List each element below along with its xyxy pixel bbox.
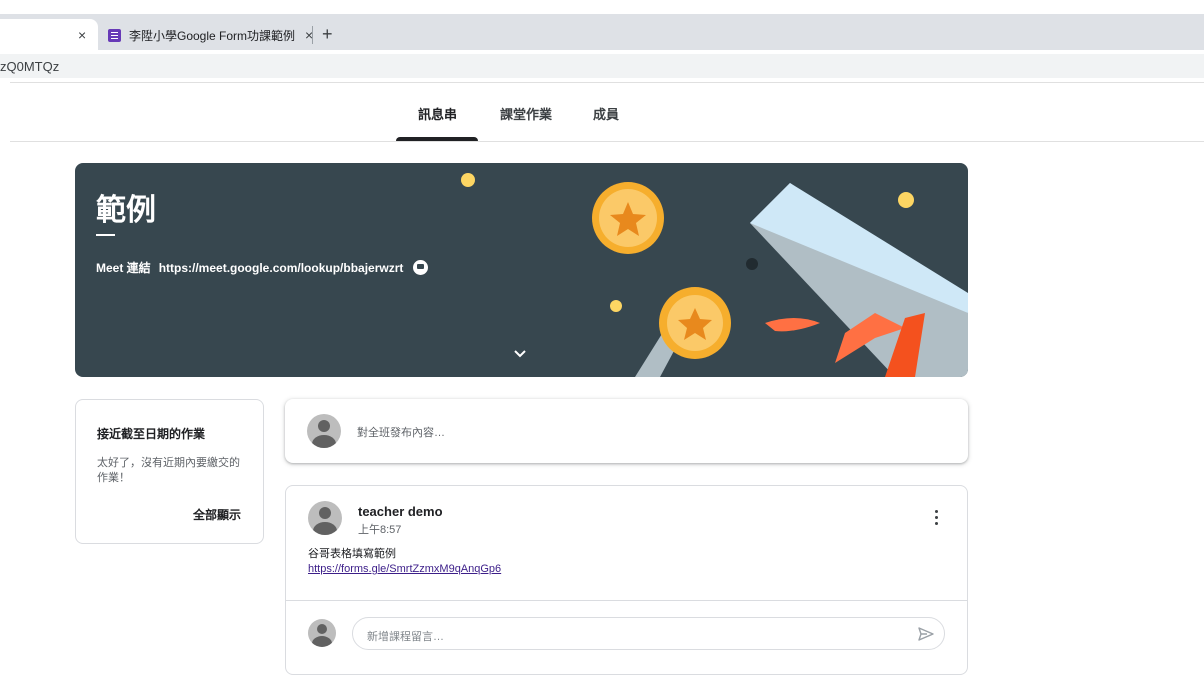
browser-tab-forms[interactable]: 李陞小學Google Form功課範例 × — [104, 22, 313, 48]
url-text: zQ0MTQz — [0, 59, 60, 74]
tab-classwork[interactable]: 課堂作業 — [500, 104, 552, 123]
avatar — [307, 414, 341, 448]
class-banner: 範例 Meet 連結 https://meet.google.com/looku… — [75, 163, 968, 377]
post-time: 上午8:57 — [358, 524, 402, 536]
send-icon[interactable] — [917, 626, 935, 642]
tab-stream[interactable]: 訊息串 — [418, 104, 457, 123]
title-underline — [96, 234, 115, 236]
post-divider — [286, 600, 967, 601]
upcoming-message: 太好了，沒有近期內要繳交的作業！ — [97, 457, 240, 484]
more-vert-icon[interactable] — [932, 510, 940, 528]
announce-placeholder: 對全班發布內容… — [357, 427, 445, 439]
post-author: teacher demo — [358, 504, 443, 519]
post-link[interactable]: https://forms.gle/SmrtZzmxM9qAnqGp6 — [308, 563, 501, 575]
meet-link[interactable]: https://meet.google.com/lookup/bbajerwzr… — [159, 261, 404, 275]
avatar — [308, 501, 342, 535]
upcoming-work-card: 接近截至日期的作業 太好了，沒有近期內要繳交的作業！ 全部顯示 — [75, 399, 264, 544]
comment-placeholder: 新增課程留言… — [367, 631, 444, 643]
new-tab-button[interactable]: + — [322, 24, 333, 44]
chevron-down-icon[interactable] — [513, 349, 527, 359]
nav-top-border — [10, 82, 1204, 83]
close-tab-icon[interactable]: × — [78, 28, 86, 42]
meet-icon[interactable] — [413, 260, 429, 275]
tab-title: 李陞小學Google Form功課範例 — [129, 28, 296, 43]
view-all-button[interactable]: 全部顯示 — [193, 506, 241, 523]
stream-post: teacher demo 上午8:57 谷哥表格填寫範例 https://for… — [285, 485, 968, 675]
upcoming-title: 接近截至日期的作業 — [97, 427, 206, 441]
nav-bottom-border — [10, 141, 1204, 142]
tab-people[interactable]: 成員 — [593, 104, 619, 123]
meet-label: Meet 連結 — [96, 261, 151, 275]
comment-input[interactable]: 新增課程留言… — [352, 617, 945, 650]
browser-tab-active[interactable]: × — [0, 19, 98, 50]
google-forms-icon — [108, 28, 121, 42]
avatar — [308, 619, 336, 647]
browser-top — [0, 0, 1204, 14]
announce-box[interactable]: 對全班發布內容… — [285, 399, 968, 463]
post-body: 谷哥表格填寫範例 — [308, 548, 396, 560]
class-title: 範例 — [96, 194, 156, 227]
meet-row: Meet 連結 https://meet.google.com/lookup/b… — [96, 259, 429, 276]
address-bar[interactable] — [0, 54, 1204, 78]
tab-separator — [312, 26, 313, 44]
